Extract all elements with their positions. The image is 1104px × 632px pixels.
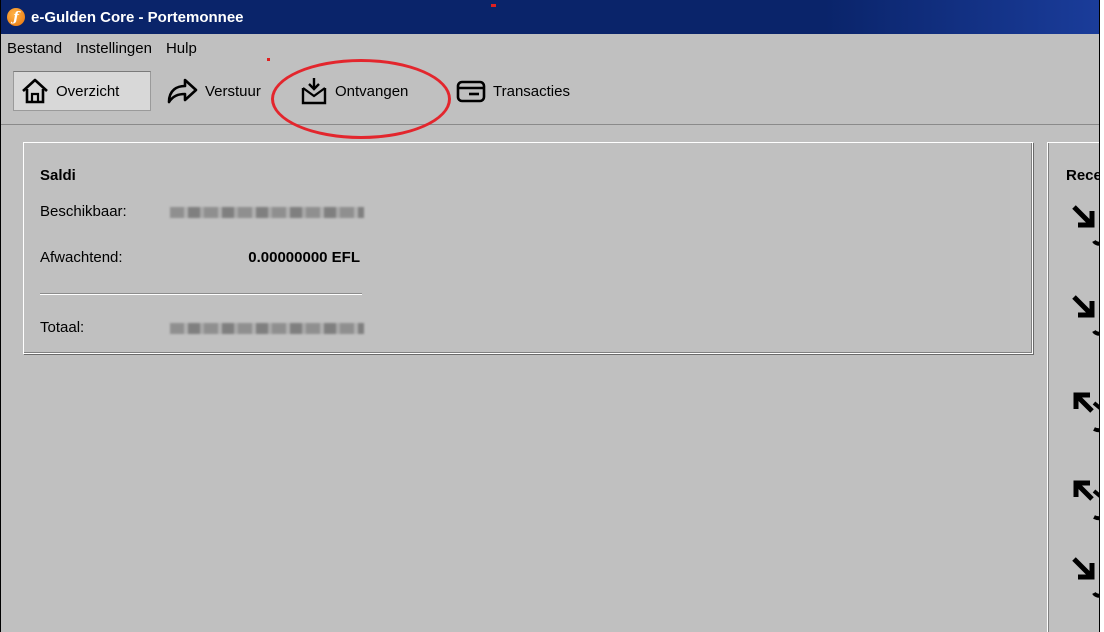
balances-divider	[40, 293, 362, 295]
gulden-logo-icon: ƒ	[7, 8, 25, 26]
window-title: e-Gulden Core - Portemonnee	[31, 8, 244, 26]
title-bar[interactable]: ƒ e-Gulden Core - Portemonnee	[1, 0, 1099, 34]
recent-title: Rece	[1066, 167, 1100, 184]
outgoing-arrow-icon	[1073, 392, 1099, 433]
tab-ontvangen[interactable]: Ontvangen	[299, 71, 408, 111]
home-icon	[22, 78, 48, 104]
pending-label: Afwachtend:	[40, 249, 123, 266]
balances-title: Saldi	[40, 167, 76, 184]
recent-transactions-panel: Rece	[1047, 142, 1100, 632]
outgoing-arrow-icon	[1073, 480, 1099, 521]
total-label: Totaal:	[40, 319, 85, 336]
tab-ontvangen-label: Ontvangen	[335, 82, 409, 100]
balances-panel: Saldi Beschikbaar: Afwachtend: 0.0000000…	[23, 142, 1033, 354]
tab-transacties-label: Transacties	[493, 82, 570, 100]
wallet-window: ƒ e-Gulden Core - Portemonnee Bestand In…	[0, 0, 1100, 632]
red-mark	[491, 4, 496, 7]
tab-overzicht[interactable]: Overzicht	[13, 71, 151, 111]
menu-bestand[interactable]: Bestand	[1, 40, 68, 57]
red-mark-small	[267, 58, 270, 61]
incoming-arrow-icon	[1072, 295, 1099, 336]
tab-transacties[interactable]: Transacties	[455, 71, 570, 111]
menu-instellingen[interactable]: Instellingen	[70, 40, 158, 57]
total-value-redacted	[170, 323, 364, 334]
wallet-card-icon	[456, 80, 486, 103]
send-arrow-icon	[167, 78, 198, 104]
menu-bar: Bestand Instellingen Hulp	[1, 36, 1099, 60]
receive-inbox-icon	[301, 78, 327, 105]
incoming-arrow-icon	[1072, 557, 1099, 598]
toolbar: Overzicht Verstuur Ontvangen Transacties	[1, 66, 1099, 125]
tab-verstuur[interactable]: Verstuur	[165, 71, 261, 111]
available-label: Beschikbaar:	[40, 203, 127, 220]
incoming-arrow-icon	[1072, 205, 1099, 246]
menu-hulp[interactable]: Hulp	[160, 40, 203, 57]
tab-overzicht-label: Overzicht	[56, 82, 120, 100]
pending-value: 0.00000000 EFL	[248, 249, 360, 266]
available-value-redacted	[170, 207, 364, 218]
tab-verstuur-label: Verstuur	[205, 82, 261, 100]
